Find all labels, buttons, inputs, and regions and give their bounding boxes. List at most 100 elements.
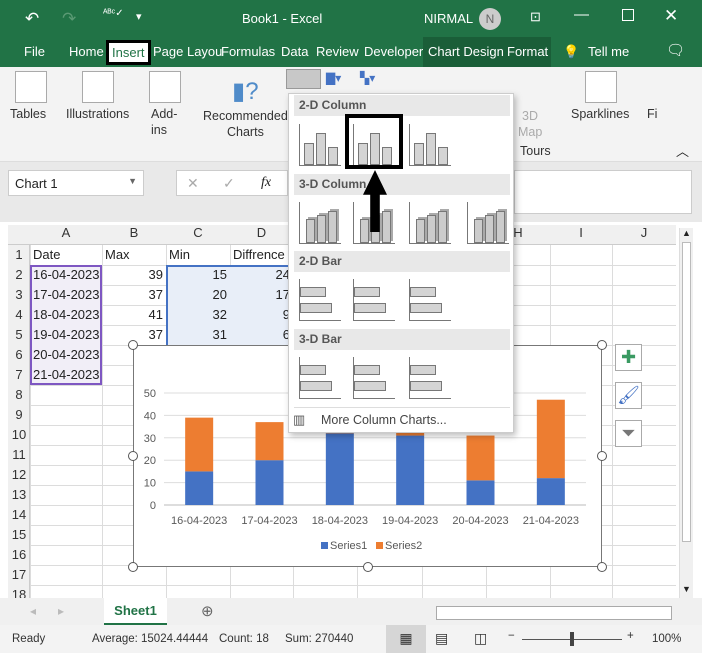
chart-elements-button[interactable]: ✚ — [615, 344, 642, 371]
chart-type-option[interactable] — [409, 124, 451, 166]
tables-button[interactable]: Tables — [10, 107, 46, 121]
table-cell[interactable]: 32 — [166, 305, 230, 325]
enter-icon[interactable]: ✓ — [223, 175, 235, 192]
row-header[interactable]: 1 — [8, 245, 30, 265]
tab-data[interactable]: Data — [281, 44, 308, 59]
undo-icon[interactable]: ↶ — [25, 9, 39, 29]
tab-file[interactable]: File — [24, 44, 45, 59]
row-header[interactable]: 15 — [8, 525, 30, 545]
header-cell[interactable]: Date — [30, 245, 102, 265]
column-header[interactable]: B — [102, 225, 166, 245]
row-header[interactable]: 3 — [8, 285, 30, 305]
row-header[interactable]: 16 — [8, 545, 30, 565]
row-header[interactable]: 9 — [8, 405, 30, 425]
sheet-tab-sheet1[interactable]: Sheet1 — [104, 598, 167, 625]
hierarchy-chart-icon[interactable]: ▇▾ — [326, 71, 341, 85]
name-box[interactable]: Chart 1 ▼ — [8, 170, 144, 196]
row-header[interactable]: 10 — [8, 425, 30, 445]
row-header[interactable]: 12 — [8, 465, 30, 485]
table-cell[interactable]: 21-04-2023 — [30, 365, 102, 385]
resize-handle[interactable] — [597, 562, 607, 572]
tab-home[interactable]: Home — [69, 44, 104, 59]
chart-type-option[interactable] — [353, 357, 395, 399]
maximize-icon[interactable] — [622, 9, 634, 21]
table-cell[interactable]: 9 — [230, 305, 293, 325]
table-cell[interactable]: 24 — [230, 265, 293, 285]
table-cell[interactable]: 6 — [230, 325, 293, 345]
ribbon-display-icon[interactable]: ⊡ — [530, 9, 541, 25]
table-cell[interactable]: 20-04-2023 — [30, 345, 102, 365]
tab-review[interactable]: Review — [316, 44, 359, 59]
page-break-view-icon[interactable]: ◫ — [474, 630, 487, 647]
table-cell[interactable]: 15 — [166, 265, 230, 285]
tab-developer[interactable]: Developer — [364, 44, 423, 59]
column-header[interactable]: D — [230, 225, 293, 245]
scroll-down-icon[interactable]: ▼ — [682, 584, 691, 594]
zoom-in-icon[interactable]: + — [627, 630, 634, 642]
illustrations-button[interactable]: Illustrations — [66, 107, 129, 121]
row-header[interactable]: 11 — [8, 445, 30, 465]
sparklines-button[interactable]: Sparklines — [571, 107, 629, 121]
tab-insert[interactable]: Insert — [106, 40, 151, 65]
chart-type-option[interactable] — [299, 357, 341, 399]
resize-handle[interactable] — [128, 451, 138, 461]
row-header[interactable]: 6 — [8, 345, 30, 365]
prev-sheet-icon[interactable]: ◂ — [30, 604, 36, 618]
close-icon[interactable]: ✕ — [664, 6, 678, 26]
row-header[interactable]: 14 — [8, 505, 30, 525]
column-header[interactable]: A — [30, 225, 102, 245]
row-header[interactable]: 4 — [8, 305, 30, 325]
table-cell[interactable]: 37 — [102, 285, 166, 305]
table-cell[interactable]: 17-04-2023 — [30, 285, 102, 305]
addins-icon[interactable] — [149, 71, 181, 103]
table-cell[interactable]: 18-04-2023 — [30, 305, 102, 325]
row-header[interactable]: 8 — [8, 385, 30, 405]
table-cell[interactable]: 20 — [166, 285, 230, 305]
page-layout-view-icon[interactable]: ▤ — [435, 630, 448, 647]
header-cell[interactable]: Diffrence — [230, 245, 293, 265]
filters-button[interactable]: Fi — [647, 107, 657, 121]
avatar[interactable]: N — [479, 8, 501, 30]
customize-qat-icon[interactable]: ▾ — [136, 10, 142, 23]
horizontal-scrollbar[interactable] — [436, 606, 672, 620]
chart-type-option[interactable] — [299, 124, 341, 166]
tab-format[interactable]: Format — [507, 44, 548, 59]
resize-handle[interactable] — [128, 562, 138, 572]
chart-type-option[interactable] — [353, 279, 395, 321]
recommended-charts-button[interactable]: Recommended — [203, 109, 288, 123]
redo-icon[interactable]: ↷ — [62, 9, 76, 29]
row-header[interactable]: 13 — [8, 485, 30, 505]
addins-button[interactable]: Add- — [151, 107, 177, 121]
column-header[interactable]: J — [612, 225, 676, 245]
resize-handle[interactable] — [597, 451, 607, 461]
table-cell[interactable]: 17 — [230, 285, 293, 305]
zoom-slider-thumb[interactable] — [570, 632, 574, 646]
chart-type-option[interactable] — [409, 279, 451, 321]
column-header[interactable]: C — [166, 225, 230, 245]
3d-map-button[interactable]: 3D — [522, 109, 538, 123]
illustrations-icon[interactable] — [82, 71, 114, 103]
table-cell[interactable]: 19-04-2023 — [30, 325, 102, 345]
tell-me-search[interactable]: Tell me — [588, 44, 629, 59]
tab-page-layout[interactable]: Page Layou — [153, 44, 222, 59]
more-column-charts-link[interactable]: More Column Charts... — [321, 413, 447, 427]
tab-formulas[interactable]: Formulas — [221, 44, 275, 59]
sparklines-icon[interactable] — [585, 71, 617, 103]
collapse-ribbon-icon[interactable]: ︿ — [676, 141, 689, 160]
table-cell[interactable]: 31 — [166, 325, 230, 345]
header-cell[interactable]: Min — [166, 245, 230, 265]
resize-handle[interactable] — [128, 340, 138, 350]
waterfall-chart-icon[interactable]: ▚▾ — [360, 71, 375, 85]
minimize-icon[interactable]: — — [574, 6, 589, 23]
table-cell[interactable]: 39 — [102, 265, 166, 285]
next-sheet-icon[interactable]: ▸ — [58, 604, 64, 618]
column-chart-button[interactable] — [286, 69, 321, 89]
resize-handle[interactable] — [597, 340, 607, 350]
insert-function-button[interactable]: fx — [261, 175, 271, 191]
chart-type-option[interactable] — [299, 279, 341, 321]
chart-filters-button[interactable]: ⏷ — [615, 420, 642, 447]
cancel-icon[interactable]: ✕ — [187, 175, 199, 192]
scroll-up-icon[interactable]: ▲ — [682, 228, 691, 238]
row-header[interactable]: 17 — [8, 565, 30, 585]
row-header[interactable]: 5 — [8, 325, 30, 345]
